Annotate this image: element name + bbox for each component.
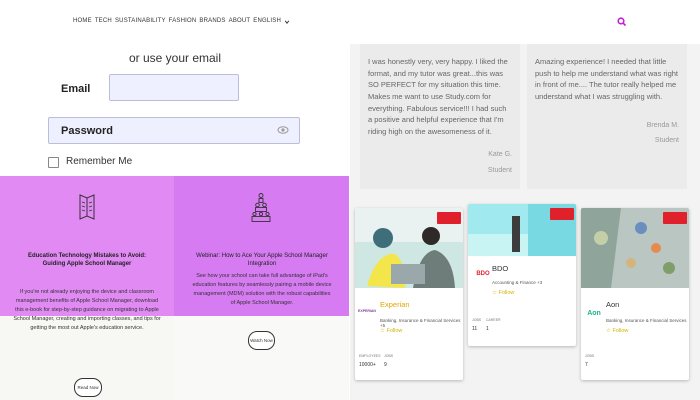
company-card[interactable]: BDO BDO Accounting & Finance +3 ☆ Follow…	[468, 204, 576, 346]
read-now-button[interactable]: Read Now	[74, 378, 102, 397]
testimonial-name: Kate G.	[488, 151, 512, 158]
nav-item-home[interactable]: HOME	[73, 18, 92, 25]
follow-button[interactable]: ☆ Follow	[380, 328, 402, 334]
testimonial-quote: Amazing experience! I needed that little…	[535, 57, 679, 101]
card-title: Webinar: How to Ace Your Apple School Ma…	[196, 253, 328, 268]
eye-icon[interactable]	[277, 125, 289, 135]
testimonial-quote: I was honestly very, very happy. I liked…	[368, 57, 508, 136]
company-card[interactable]: EXPERIAN Experian Banking, Insurance & F…	[355, 208, 463, 380]
stat-label: JOBS	[472, 318, 482, 322]
company-industry: Banking, Insurance & Financial Services …	[380, 318, 461, 328]
testimonial-card: Amazing experience! I needed that little…	[527, 44, 687, 189]
nav-item-tech[interactable]: TECH	[95, 18, 112, 25]
testimonial-name: Brenda M.	[646, 122, 679, 129]
watch-now-button[interactable]: Watch Now	[248, 331, 275, 350]
stat-value: 1	[486, 326, 489, 332]
stat-label: JOBS	[585, 354, 595, 358]
testimonial-card: I was honestly very, very happy. I liked…	[360, 44, 520, 189]
search-icon[interactable]	[616, 16, 628, 28]
company-logo: BDO	[476, 271, 490, 277]
company-industry: Accounting & Finance +3	[492, 280, 543, 285]
card-body: If you're not already enjoying the devic…	[13, 289, 161, 332]
resource-card-lower-right	[174, 316, 349, 400]
company-logo: Aon	[587, 309, 601, 317]
stat-label: EMPLOYEES	[359, 354, 381, 358]
nav-item-fashion[interactable]: FASHION	[169, 18, 197, 25]
chevron-down-icon[interactable]	[284, 19, 290, 25]
nav-item-about[interactable]: ABOUT	[229, 18, 251, 25]
company-name[interactable]: Experian	[380, 300, 410, 309]
password-field[interactable]: Password	[48, 117, 300, 144]
nav-menu: HOME TECH SUSTAINABILITY FASHION BRANDS …	[73, 18, 290, 25]
stat-label: CAREER	[486, 318, 501, 322]
email-field[interactable]	[109, 74, 239, 101]
company-logo: EXPERIAN	[358, 309, 376, 313]
company-name[interactable]: Aon	[606, 300, 619, 309]
badge	[663, 212, 687, 224]
follow-button[interactable]: ☆ Follow	[492, 290, 514, 296]
stat-value: 10000+	[359, 362, 376, 368]
password-label: Password	[61, 125, 113, 137]
login-form: or use your email Email Password Remembe…	[0, 44, 350, 176]
remember-me-checkbox[interactable]	[48, 157, 59, 168]
stat-value: 9	[384, 362, 387, 368]
badge	[550, 208, 574, 220]
or-use-email-text: or use your email	[128, 51, 222, 65]
badge	[437, 212, 461, 224]
stat-value: 11	[472, 326, 478, 332]
top-nav: HOME TECH SUSTAINABILITY FASHION BRANDS …	[0, 0, 700, 44]
company-industry: Banking, Insurance & Financial Services	[606, 318, 687, 323]
follow-label: Follow	[612, 328, 629, 334]
remember-me-label: Remember Me	[66, 156, 133, 167]
card-title: Education Technology Mistakes to Avoid: …	[27, 253, 147, 268]
people-pyramid-icon	[251, 193, 271, 222]
nav-item-english[interactable]: ENGLISH	[253, 18, 281, 25]
nav-item-sustainability[interactable]: SUSTAINABILITY	[115, 18, 166, 25]
company-card[interactable]: Aon Aon Banking, Insurance & Financial S…	[581, 208, 689, 380]
testimonial-role: Student	[654, 137, 679, 144]
testimonial-role: Student	[487, 167, 512, 174]
book-icon	[79, 194, 95, 220]
nav-item-brands[interactable]: BRANDS	[199, 18, 225, 25]
stat-label: JOBS	[384, 354, 394, 358]
follow-label: Follow	[386, 328, 403, 334]
follow-label: Follow	[498, 290, 515, 296]
card-body: See how your school can take full advant…	[192, 273, 332, 307]
follow-button[interactable]: ☆ Follow	[606, 328, 628, 334]
stat-value: 7	[585, 362, 588, 368]
company-name[interactable]: BDO	[492, 264, 508, 273]
email-label: Email	[61, 83, 91, 95]
